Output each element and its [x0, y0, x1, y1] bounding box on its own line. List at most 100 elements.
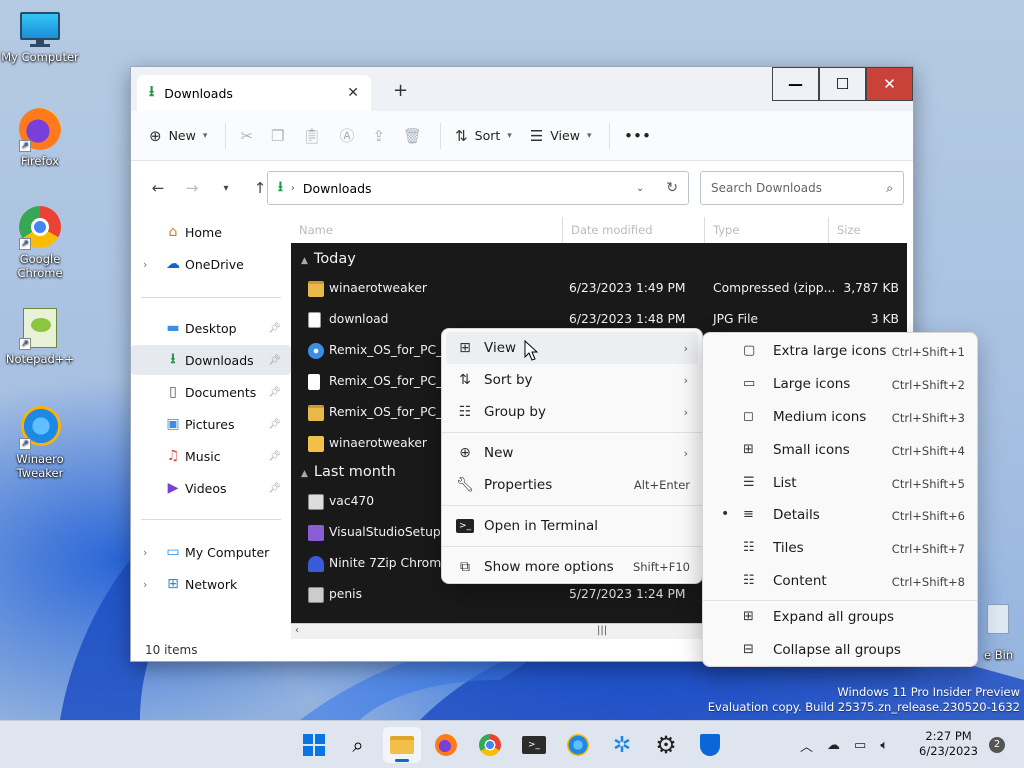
sidebar-item-onedrive[interactable]: › ☁ OneDrive — [131, 249, 291, 279]
paste-button[interactable]: 📋︎ — [302, 127, 321, 145]
view-medium-icons[interactable]: ◻ Medium icons Ctrl+Shift+3 — [707, 401, 973, 433]
group-label: Today — [313, 251, 356, 267]
column-headers: Name Date modified Type Size — [291, 217, 907, 243]
menu-item-new[interactable]: ⊕ New › — [446, 437, 698, 469]
close-window-button[interactable]: ✕ — [866, 67, 913, 101]
view-extra-large-icons[interactable]: ▢ Extra large icons Ctrl+Shift+1 — [707, 335, 973, 367]
sidebar-item-network[interactable]: › ⊞ Network — [131, 569, 291, 599]
sort-button[interactable]: ⇅ Sort ▾ — [455, 127, 512, 145]
show-hidden-icons-icon[interactable]: ︿ — [800, 736, 813, 755]
group-header-today[interactable]: ▲ Today — [301, 251, 356, 267]
sidebar-item-pictures[interactable]: ▣ Pictures 📌︎ — [131, 409, 291, 439]
file-date: 6/23/2023 1:49 PM — [569, 281, 686, 295]
cut-button[interactable]: ✂ — [240, 127, 253, 145]
column-type[interactable]: Type — [705, 217, 829, 243]
chevron-right-icon: › — [683, 341, 688, 355]
recent-locations-button[interactable]: ▾ — [209, 183, 243, 194]
menu-item-shortcut: Alt+Enter — [633, 478, 690, 492]
group-header-last-month[interactable]: ▲ Last month — [301, 464, 396, 480]
desktop-icon-notepadpp[interactable]: ↗ Notepad++ — [0, 304, 80, 366]
file-explorer-taskbar-button[interactable] — [383, 727, 421, 763]
terminal-taskbar-button[interactable]: >_ — [515, 727, 553, 763]
winaero-tweaker-taskbar-button[interactable] — [559, 727, 597, 763]
desktop-icon-my-computer[interactable]: My Computer — [0, 10, 80, 64]
delete-button[interactable]: 🗑︎ — [403, 127, 422, 145]
view-small-icons[interactable]: ⊞ Small icons Ctrl+Shift+4 — [707, 434, 973, 466]
sidebar-item-downloads[interactable]: ⭳ Downloads 📌︎ — [131, 345, 291, 375]
onedrive-icon[interactable]: ☁ — [827, 738, 840, 753]
menu-item-group-by[interactable]: ☷ Group by › — [446, 396, 698, 428]
sidebar-item-label: Videos — [185, 480, 227, 496]
copy-icon: ❐ — [270, 126, 285, 145]
refresh-icon[interactable]: ↻ — [666, 180, 678, 196]
minimize-button[interactable]: — — [772, 67, 819, 101]
column-name[interactable]: Name — [291, 217, 563, 243]
column-size[interactable]: Size — [829, 217, 907, 243]
view-details[interactable]: • ≡ Details Ctrl+Shift+6 — [707, 499, 973, 531]
address-bar[interactable]: ⭳ › Downloads ⌄ ↻ — [267, 171, 689, 205]
sidebar-item-documents[interactable]: ▯ Documents 📌︎ — [131, 377, 291, 407]
tab-downloads[interactable]: ⭳ Downloads ✕ — [137, 75, 371, 111]
breadcrumb[interactable]: Downloads — [303, 181, 372, 196]
view-collapse-all-groups[interactable]: ⊟ Collapse all groups — [707, 634, 973, 666]
view-expand-all-groups[interactable]: ⊞ Expand all groups — [707, 601, 973, 633]
view-list[interactable]: ☰ List Ctrl+Shift+5 — [707, 467, 973, 499]
close-tab-icon[interactable]: ✕ — [347, 85, 359, 101]
volume-icon[interactable]: 🔈︎ — [880, 738, 888, 753]
pin-icon: 📌︎ — [268, 482, 281, 494]
sidebar-item-music[interactable]: ♫ Music 📌︎ — [131, 441, 291, 471]
sidebar-item-label: Downloads — [185, 352, 254, 368]
app-taskbar-button[interactable]: ✲ — [603, 727, 641, 763]
chevron-right-icon[interactable]: › — [143, 578, 147, 591]
view-large-icons[interactable]: ▭ Large icons Ctrl+Shift+2 — [707, 368, 973, 400]
chrome-taskbar-button[interactable] — [471, 727, 509, 763]
file-row[interactable]: winaerotweaker 6/23/2023 1:49 PM Compres… — [291, 274, 907, 304]
settings-taskbar-button[interactable]: ⚙ — [647, 727, 685, 763]
sidebar-item-desktop[interactable]: ▬ Desktop 📌︎ — [131, 313, 291, 343]
desktop-icon-firefox[interactable]: ↗ Firefox — [0, 106, 80, 168]
chevron-right-icon[interactable]: › — [143, 258, 147, 271]
file-name: winaerotweaker — [329, 281, 427, 295]
title-bar[interactable]: ⭳ Downloads ✕ + — ☐ ✕ — [131, 67, 913, 111]
maximize-button[interactable]: ☐ — [819, 67, 866, 101]
search-button[interactable]: ⌕ — [339, 727, 377, 763]
new-button[interactable]: ⊕ New ▾ — [149, 127, 207, 145]
more-options-button[interactable]: ••• — [624, 128, 651, 143]
scroll-thumb[interactable]: ||| — [597, 625, 607, 636]
start-button[interactable] — [295, 727, 333, 763]
desktop-icon-chrome[interactable]: ↗ Google Chrome — [0, 204, 80, 280]
scroll-left-icon[interactable]: ‹ — [295, 625, 299, 636]
network-icon[interactable]: ▭ — [854, 738, 866, 753]
clock[interactable]: 2:27 PM 6/23/2023 — [919, 729, 978, 759]
sidebar-item-my-computer[interactable]: › ▭ My Computer — [131, 537, 291, 567]
menu-item-properties[interactable]: 🔧︎ Properties Alt+Enter — [446, 469, 698, 501]
notification-badge[interactable]: 2 — [989, 737, 1005, 753]
address-dropdown-icon[interactable]: ⌄ — [636, 183, 644, 194]
menu-item-open-in-terminal[interactable]: >_ Open in Terminal — [446, 510, 698, 542]
file-name: VisualStudioSetup — [329, 525, 441, 539]
list-icon: ☰ — [743, 475, 755, 490]
small-icons-icon: ⊞ — [743, 442, 754, 457]
menu-item-label: Large icons — [773, 376, 851, 392]
sidebar-item-videos[interactable]: ▶ Videos 📌︎ — [131, 473, 291, 503]
search-input[interactable]: Search Downloads ⌕ — [700, 171, 904, 205]
security-taskbar-button[interactable] — [691, 727, 729, 763]
view-content[interactable]: ☷ Content Ctrl+Shift+8 — [707, 565, 973, 597]
menu-item-show-more-options[interactable]: ⧉ Show more options Shift+F10 — [446, 551, 698, 583]
forward-button[interactable]: → — [175, 179, 209, 197]
copy-button[interactable]: ❐ — [271, 127, 284, 145]
menu-item-sort-by[interactable]: ⇅ Sort by › — [446, 364, 698, 396]
chevron-right-icon[interactable]: › — [143, 546, 147, 559]
column-date-modified[interactable]: Date modified — [563, 217, 705, 243]
rename-button[interactable]: Ⓐ — [339, 125, 354, 146]
new-tab-button[interactable]: + — [393, 80, 408, 101]
details-icon: ≡ — [743, 507, 754, 522]
view-tiles[interactable]: ☷ Tiles Ctrl+Shift+7 — [707, 532, 973, 564]
view-button[interactable]: ☰ View ▾ — [530, 127, 592, 145]
cloud-icon: ☁ — [166, 256, 180, 272]
sidebar-item-home[interactable]: ⌂ Home — [131, 217, 291, 247]
share-button[interactable]: ⇪ — [372, 127, 385, 145]
firefox-taskbar-button[interactable] — [427, 727, 465, 763]
back-button[interactable]: ← — [141, 179, 175, 197]
menu-item-view[interactable]: ⊞ View › — [446, 332, 698, 364]
